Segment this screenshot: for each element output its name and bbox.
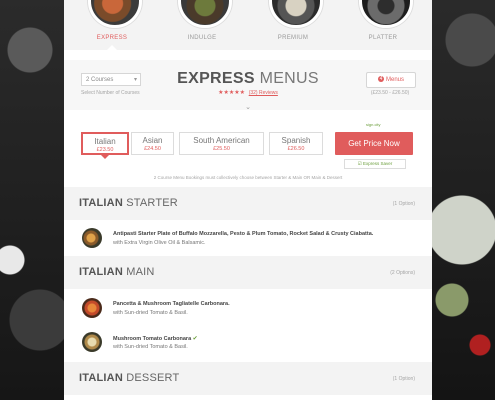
cuisine-price: £26.50: [287, 146, 305, 152]
section-title: ITALIAN STARTER: [79, 197, 178, 209]
menu-panel: EXPRESS INDULGE PREMIUM PLATTER 2 Course…: [64, 0, 432, 400]
category-thumbnail: [88, 0, 142, 28]
cuisine-name: Spanish: [281, 136, 311, 145]
section-title-rest: MAIN: [122, 266, 155, 278]
background-right: [432, 0, 495, 400]
star-rating-icon: ★★★★★: [218, 90, 246, 96]
section-title: ITALIAN MAIN: [79, 266, 155, 278]
section-title-rest: STARTER: [122, 197, 178, 209]
category-label: EXPRESS: [96, 35, 128, 41]
dish-image: [82, 228, 102, 248]
category-platter[interactable]: PLATTER: [343, 0, 423, 50]
section-title-bold: ITALIAN: [79, 197, 123, 209]
chevron-down-icon[interactable]: ⌄: [64, 103, 432, 111]
cuisine-option-asian[interactable]: Asian £24.50: [131, 132, 174, 155]
menus-button[interactable]: 4 Menus: [366, 72, 416, 88]
section-title-rest: DESSERT: [122, 372, 180, 384]
price-range: (£23.50 - £26.50): [370, 90, 410, 96]
title-bold: EXPRESS: [177, 70, 255, 87]
dish-name: Antipasti Starter Plate of Buffalo Mozza…: [113, 231, 374, 237]
menus-count-badge: 4: [377, 76, 384, 83]
list-item: Antipasti Starter Plate of Buffalo Mozza…: [64, 224, 432, 252]
dish-detail: with Sun-dried Tomato & Basil.: [113, 344, 188, 350]
cuisine-option-italian[interactable]: Italian £23.50: [81, 132, 129, 159]
section-title-bold: ITALIAN: [79, 372, 123, 384]
dish-name: Mushroom Tomato Carbonara: [113, 336, 192, 342]
section-title-bold: ITALIAN: [79, 266, 123, 278]
section-option-count: (1 Option): [392, 201, 415, 207]
active-caret: [107, 45, 117, 50]
express-saver-badge[interactable]: ☑ Express Saver: [344, 159, 406, 169]
section-header-dessert: ITALIAN DESSERT (1 Option): [64, 362, 432, 395]
menus-button-label: Menus: [385, 77, 404, 83]
section-option-count: (2 Options): [390, 270, 415, 276]
vegetarian-check-icon: ✔: [192, 336, 198, 342]
category-label: PREMIUM: [277, 35, 309, 41]
dish-detail: with Extra Virgin Olive Oil & Balsamic.: [113, 240, 206, 246]
dish-name: Pancetta & Mushroom Tagliatelle Carbonar…: [113, 301, 230, 307]
cuisine-name: Asian: [142, 136, 163, 145]
background-left: [0, 0, 64, 400]
dish-detail: with Sun-dried Tomato & Basil.: [113, 310, 188, 316]
express-saver-label: Express Saver: [363, 161, 393, 166]
dish-image: [82, 298, 102, 318]
dish-image: [82, 332, 102, 352]
category-express[interactable]: EXPRESS: [72, 0, 152, 50]
cuisine-option-south-american[interactable]: South American £25.50: [179, 132, 264, 155]
category-label: INDULGE: [187, 35, 217, 41]
category-premium[interactable]: PREMIUM: [253, 0, 333, 50]
cuisine-price: £24.50: [144, 146, 161, 152]
cuisine-option-spanish[interactable]: Spanish £26.50: [269, 132, 323, 155]
cuisine-options: Italian £23.50 Asian £24.50 South Americ…: [64, 118, 432, 184]
list-item: Mushroom Tomato Carbonara ✔ with Sun-dri…: [64, 328, 432, 356]
cuisine-name: Italian: [94, 137, 116, 146]
course-note: 2 Course Menu Bookings must collectively…: [153, 175, 343, 180]
category-indulge[interactable]: INDULGE: [162, 0, 242, 50]
section-header-main: ITALIAN MAIN (2 Options): [64, 256, 432, 289]
cuisine-price: £23.50: [96, 147, 114, 153]
category-label: PLATTER: [368, 35, 398, 41]
cuisine-name: South American: [193, 136, 250, 145]
section-header-starter: ITALIAN STARTER (1 Option): [64, 187, 432, 220]
section-option-count: (1 Option): [392, 376, 415, 382]
section-title: ITALIAN DESSERT: [79, 372, 179, 384]
category-bar: EXPRESS INDULGE PREMIUM PLATTER: [64, 0, 432, 50]
get-price-button[interactable]: Get Price Now: [335, 132, 413, 155]
cuisine-price: £25.50: [213, 146, 230, 152]
selected-caret: [100, 154, 110, 159]
partner-logo: sign.city: [366, 122, 381, 127]
category-thumbnail: [359, 0, 413, 28]
reviews-link[interactable]: (32) Reviews: [249, 90, 278, 96]
category-thumbnail: [178, 0, 232, 28]
list-item: Pancetta & Mushroom Tagliatelle Carbonar…: [64, 294, 432, 322]
category-thumbnail: [269, 0, 323, 28]
title-rest: MENUS: [254, 70, 319, 87]
dish-name-row: Mushroom Tomato Carbonara ✔: [113, 335, 198, 342]
